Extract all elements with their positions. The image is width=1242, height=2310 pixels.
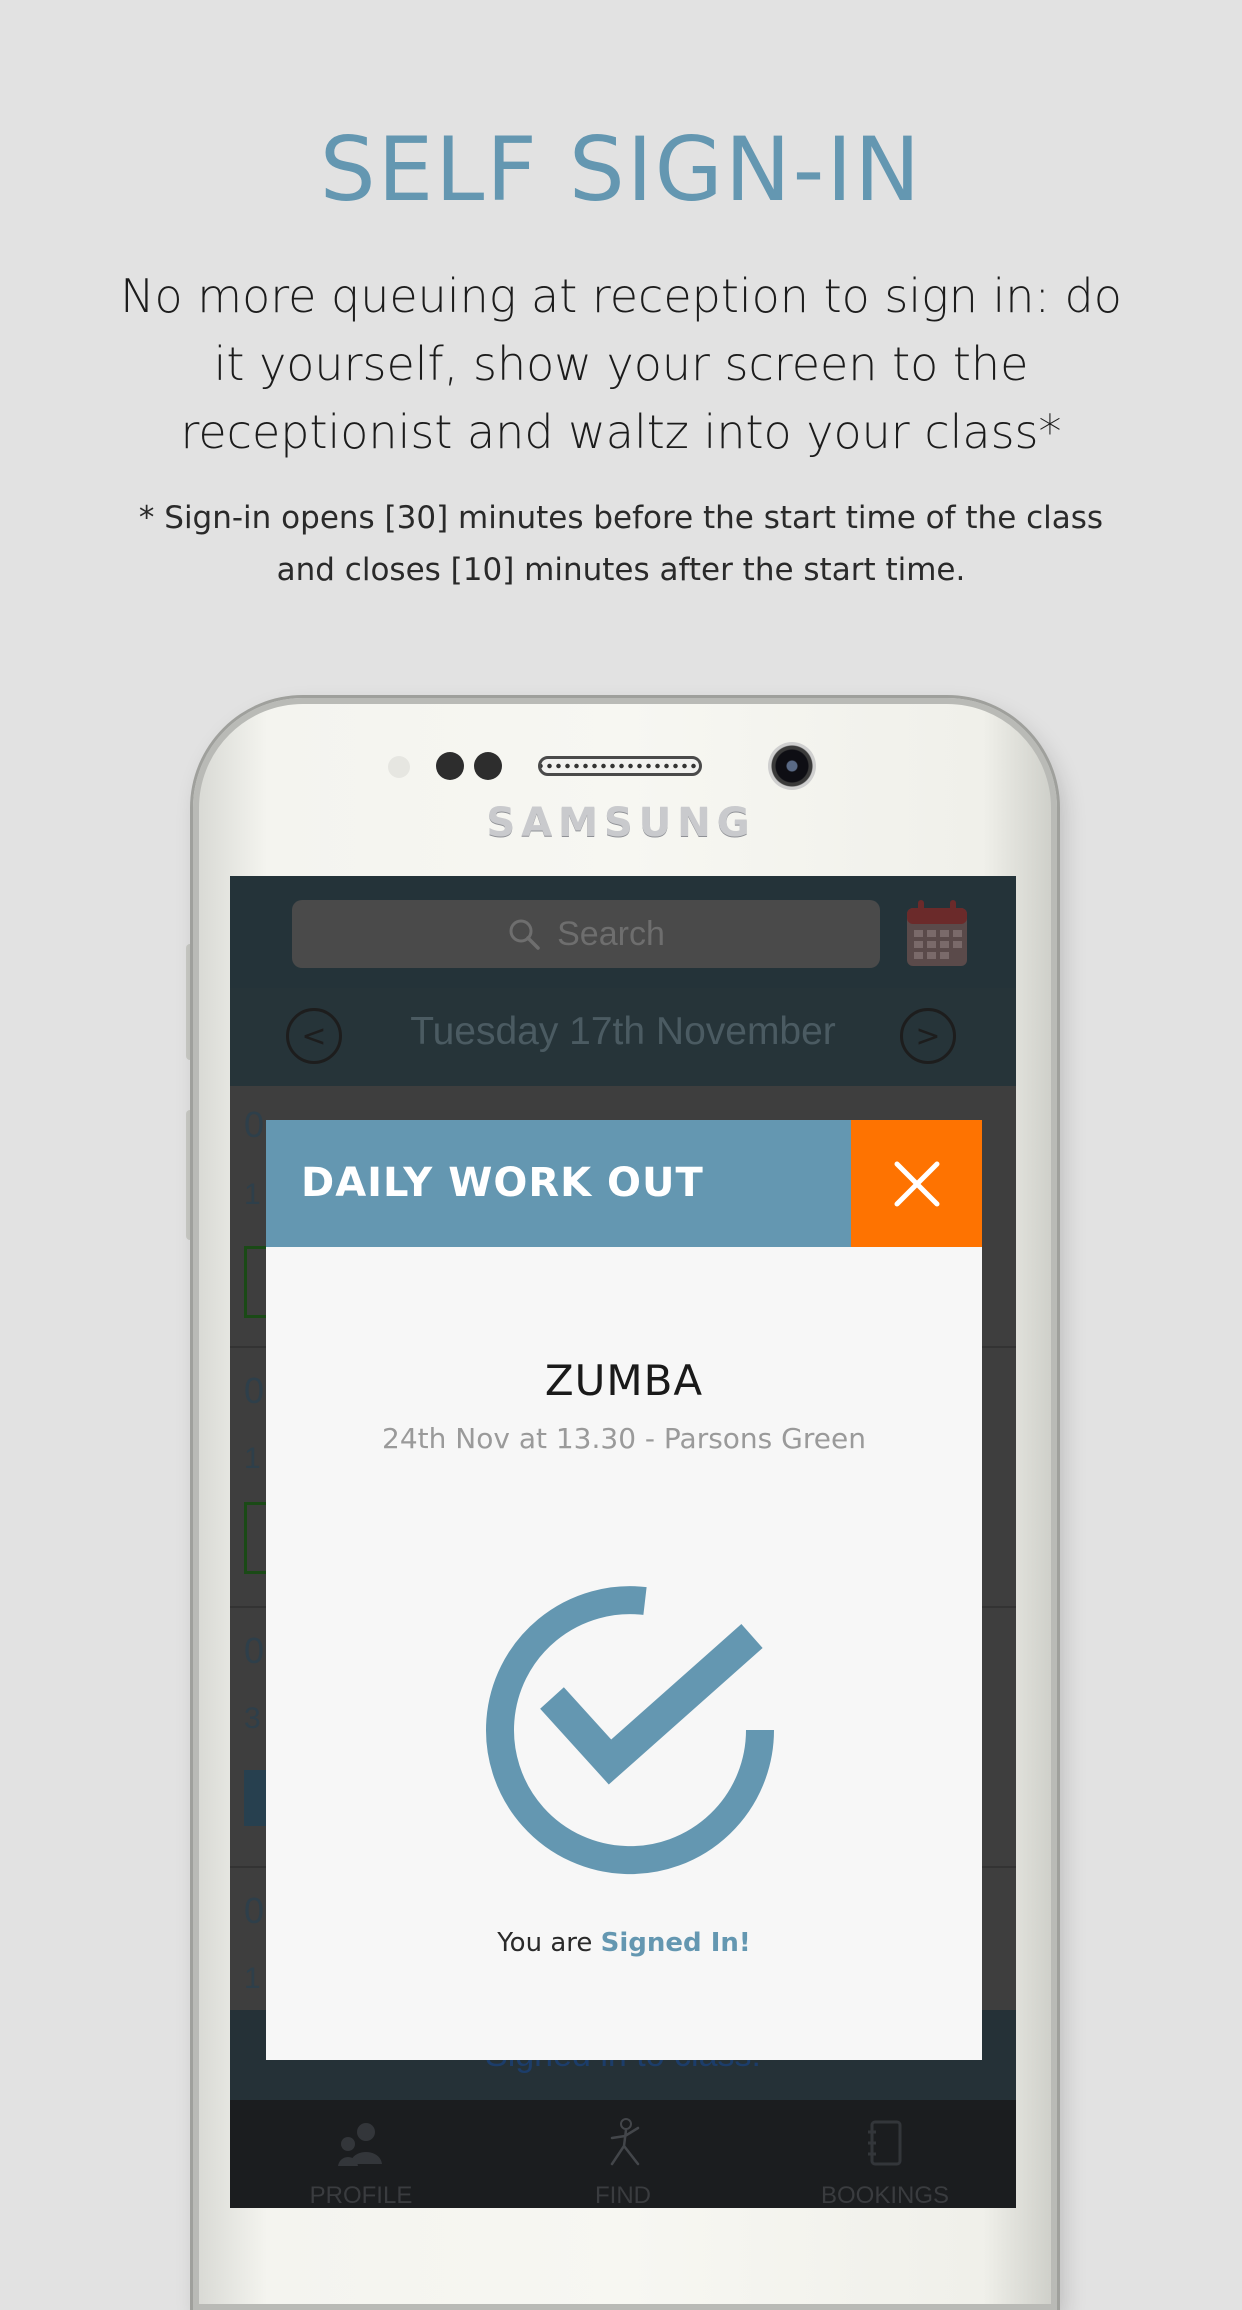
tab-label: FIND (595, 2182, 651, 2208)
class-name: ZUMBA (544, 1356, 704, 1405)
search-placeholder: Search (557, 914, 665, 953)
modal-header: DAILY WORK OUT (266, 1120, 982, 1247)
current-date: Tuesday 17th November (410, 1010, 836, 1053)
bottom-tab-bar: PROFILE FIND BOOKINGS (230, 2100, 1016, 2208)
class-detail: 24th Nov at 13.30 - Parsons Green (382, 1422, 866, 1455)
row-time: 0 (244, 1890, 265, 1931)
search-icon (509, 919, 540, 950)
search-input[interactable]: Search (292, 900, 880, 968)
promo-note: * Sign-in opens [30] minutes before the … (138, 500, 1104, 588)
sensor-dot (474, 752, 502, 780)
modal-title: DAILY WORK OUT (301, 1160, 704, 1206)
tab-profile[interactable]: PROFILE (230, 2100, 492, 2208)
row-time: 0 (244, 1104, 265, 1145)
close-icon (894, 1161, 939, 1206)
profile-icon (338, 2123, 382, 2166)
tab-bookings[interactable]: BOOKINGS (754, 2100, 1016, 2208)
row-time: 0 (244, 1370, 265, 1411)
status-highlight: Signed In! (600, 1928, 751, 1958)
device-brand: SAMSUNG (486, 800, 756, 846)
row-time: 0 (244, 1630, 265, 1671)
tab-label: BOOKINGS (820, 2182, 950, 2208)
prev-day-button[interactable]: < (286, 1008, 342, 1064)
next-day-button[interactable]: > (900, 1008, 956, 1064)
tab-label: PROFILE (309, 2182, 413, 2208)
proximity-sensor (388, 756, 410, 778)
sign-in-modal: DAILY WORK OUT ZUMBA 24th Nov at 13.30 -… (266, 1120, 982, 2060)
notebook-icon (868, 2120, 902, 2166)
row-subtext: 1 (244, 1178, 261, 1211)
sensor-dot (436, 752, 464, 780)
app-header: Search (230, 876, 1016, 988)
promo-body: No more queuing at reception to sign in:… (120, 269, 1122, 459)
row-subtext: 3 (244, 1702, 261, 1735)
row-subtext: 1 (244, 1442, 261, 1475)
yoga-pose-icon (610, 2118, 640, 2166)
date-navigation: < Tuesday 17th November > (230, 988, 1016, 1086)
row-subtext: 1 (244, 1962, 261, 1995)
status-prefix: You are (497, 1928, 601, 1958)
sign-in-status: You are Signed In! (266, 1928, 982, 1958)
calendar-icon[interactable] (904, 898, 970, 968)
earpiece-speaker (538, 756, 702, 776)
tab-find[interactable]: FIND (492, 2100, 754, 2208)
close-button[interactable] (851, 1120, 982, 1247)
promo-title: SELF SIGN-IN (319, 118, 923, 221)
checkmark-circle-icon (486, 1586, 774, 1875)
front-camera (768, 742, 816, 790)
